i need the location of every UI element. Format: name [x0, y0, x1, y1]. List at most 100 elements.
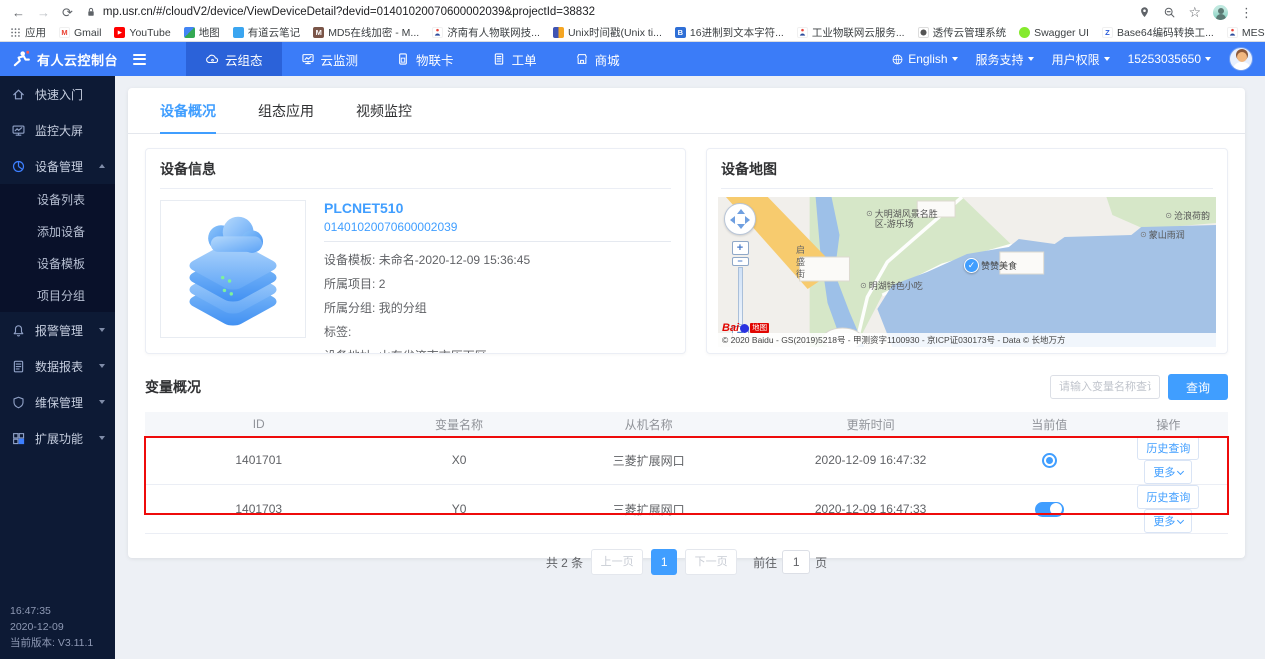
goto-page: 前往 页: [753, 550, 827, 574]
sidebar-item-device-list[interactable]: 设备列表: [0, 184, 115, 216]
zoom-out-icon[interactable]: [1163, 6, 1176, 19]
sidebar-item-data-report[interactable]: 数据报表: [0, 348, 115, 384]
table-header-row: ID 变量名称 从机名称 更新时间 当前值 操作: [145, 412, 1228, 436]
nav-tab-mall[interactable]: 商城: [556, 42, 639, 76]
bookmark-md5[interactable]: MMD5在线加密 - M...: [313, 25, 419, 40]
support-dropdown[interactable]: 服务支持: [976, 51, 1034, 68]
pan-left-icon[interactable]: [730, 216, 735, 224]
query-button[interactable]: 查询: [1168, 374, 1228, 400]
browser-profile-avatar[interactable]: [1213, 5, 1228, 20]
main-container: 设备概况 组态应用 视频监控 设备信息: [128, 88, 1245, 558]
browser-menu-icon[interactable]: ⋮: [1240, 6, 1253, 19]
device-id[interactable]: 01401020070600002039: [324, 220, 671, 234]
pan-up-icon[interactable]: [737, 209, 745, 214]
bookmark-usr-tech[interactable]: 济南有人物联网技...: [432, 25, 540, 40]
total-count: 共 2 条: [546, 554, 583, 571]
field-group: 所属分组: 我的分组: [324, 296, 671, 320]
col-actions: 操作: [1109, 412, 1228, 436]
history-query-button[interactable]: 历史查询: [1137, 436, 1199, 460]
sidebar-item-quick-start[interactable]: 快速入门: [0, 76, 115, 112]
tab-scada-app[interactable]: 组态应用: [258, 101, 314, 133]
more-button[interactable]: 更多: [1144, 509, 1192, 533]
sidebar-item-device-management[interactable]: 设备管理: [0, 148, 115, 184]
map-pan-control[interactable]: [724, 203, 756, 235]
bookmark-youdao[interactable]: 有道云笔记: [233, 25, 301, 40]
bookmark-apps[interactable]: 应用: [10, 25, 46, 40]
sidebar-item-device-template[interactable]: 设备模板: [0, 248, 115, 280]
pan-down-icon[interactable]: [737, 224, 745, 229]
chevron-down-icon: [1028, 57, 1034, 61]
chevron-down-icon: [1177, 517, 1184, 524]
account-dropdown[interactable]: 15253035650: [1128, 52, 1211, 66]
history-query-button[interactable]: 历史查询: [1137, 485, 1199, 509]
cell-id: 1401703: [145, 485, 372, 534]
bookmark-mes[interactable]: MES | 有人物联网: [1227, 25, 1265, 40]
bookmark-base64[interactable]: ZBase64编码转换工...: [1102, 25, 1214, 40]
bookmark-maps[interactable]: 地图: [184, 25, 220, 40]
base64-icon: Z: [1102, 27, 1113, 38]
pan-right-icon[interactable]: [745, 216, 750, 224]
radio-selected-indicator[interactable]: [1042, 453, 1057, 468]
hamburger-menu-icon[interactable]: [133, 54, 146, 65]
sidebar-item-alarm-management[interactable]: 报警管理: [0, 312, 115, 348]
current-time: 16:47:35: [10, 603, 93, 619]
sidebar-item-project-group[interactable]: 项目分组: [0, 280, 115, 312]
brand[interactable]: 有人云控制台: [0, 50, 158, 69]
browser-forward-icon[interactable]: →: [37, 6, 50, 19]
variables-table: ID 变量名称 从机名称 更新时间 当前值 操作 1401701 X0 三菱扩展: [145, 412, 1228, 534]
sidebar-item-extensions[interactable]: 扩展功能: [0, 420, 115, 456]
sidebar-item-maintenance[interactable]: 维保管理: [0, 384, 115, 420]
device-name[interactable]: PLCNET510: [324, 200, 671, 216]
poi-canglang-label: ⊙沧浪荷韵: [1165, 211, 1210, 221]
zoom-slider-knob[interactable]: −: [732, 257, 749, 266]
nav-tab-cloud-monitor[interactable]: 云监测: [282, 42, 378, 76]
baidu-map[interactable]: ⊙大明湖风景名胜区-游乐场 ⊙沧浪荷韵 ⊙蒙山雨润 ⊙明湖特色小吃 启盛街 ✓ …: [718, 197, 1216, 347]
cell-current-value: [990, 485, 1109, 534]
youdao-icon: [233, 27, 244, 38]
version-label: 当前版本: V3.11.1: [10, 635, 93, 651]
report-icon: [11, 359, 26, 374]
tab-device-overview[interactable]: 设备概况: [160, 101, 216, 134]
map-attribution: © 2020 Baidu - GS(2019)5218号 - 甲测资字11009…: [718, 333, 1216, 347]
prev-page-button[interactable]: 上一页: [591, 549, 643, 575]
bookmark-youtube[interactable]: ▶YouTube: [114, 27, 170, 39]
sidebar-item-monitor-screen[interactable]: 监控大屏: [0, 112, 115, 148]
next-page-button[interactable]: 下一页: [685, 549, 737, 575]
tab-video-monitor[interactable]: 视频监控: [356, 101, 412, 133]
address-bar[interactable]: mp.usr.cn/#/cloudV2/device/ViewDeviceDet…: [85, 6, 1127, 18]
bookmark-star-icon[interactable]: ☆: [1188, 5, 1201, 19]
language-dropdown[interactable]: English: [891, 52, 957, 66]
permission-dropdown[interactable]: 用户权限: [1052, 51, 1110, 68]
bookmark-swagger[interactable]: Swagger UI: [1019, 27, 1089, 39]
user-avatar[interactable]: [1229, 47, 1253, 71]
zoom-in-button[interactable]: +: [732, 241, 749, 255]
location-pin-icon[interactable]: [1138, 6, 1151, 19]
bookmark-hex-text[interactable]: B16进制到文本字符...: [675, 25, 784, 40]
page-number-1[interactable]: 1: [651, 549, 677, 575]
bookmark-unix-timestamp[interactable]: Unix时间戳(Unix ti...: [553, 25, 662, 40]
globe-icon: [891, 53, 904, 66]
browser-back-icon[interactable]: ←: [12, 6, 25, 19]
nav-right: English 服务支持 用户权限 15253035650: [891, 47, 1265, 71]
col-update-time: 更新时间: [751, 412, 989, 436]
device-info-card: 设备信息: [145, 148, 686, 354]
chevron-up-icon: [99, 164, 105, 168]
variable-search-input[interactable]: [1050, 375, 1160, 399]
bookmark-gmail[interactable]: MGmail: [59, 27, 101, 39]
toggle-on-switch[interactable]: [1035, 502, 1064, 517]
nav-tab-iot-card[interactable]: 物联卡: [377, 42, 473, 76]
pie-chart-icon: [11, 159, 26, 174]
bookmark-iiot-cloud[interactable]: 工业物联网云服务...: [797, 25, 905, 40]
nav-tab-cloud-scada[interactable]: 云组态: [186, 42, 282, 76]
url-text[interactable]: mp.usr.cn/#/cloudV2/device/ViewDeviceDet…: [103, 6, 595, 18]
field-template: 设备模板: 未命名-2020-12-09 15:36:45: [324, 248, 671, 272]
device-location-marker[interactable]: ✓ 赞赞美食: [964, 258, 1017, 273]
goto-page-input[interactable]: [782, 550, 810, 574]
sidebar-item-add-device[interactable]: 添加设备: [0, 216, 115, 248]
zoom-slider-track[interactable]: [738, 267, 743, 325]
browser-refresh-icon[interactable]: ⟳: [62, 6, 73, 19]
nav-tab-work-order[interactable]: 工单: [473, 42, 556, 76]
col-variable-name: 变量名称: [372, 412, 545, 436]
bookmark-passthrough-cloud[interactable]: 透传云管理系统: [918, 25, 1007, 40]
more-button[interactable]: 更多: [1144, 460, 1192, 484]
